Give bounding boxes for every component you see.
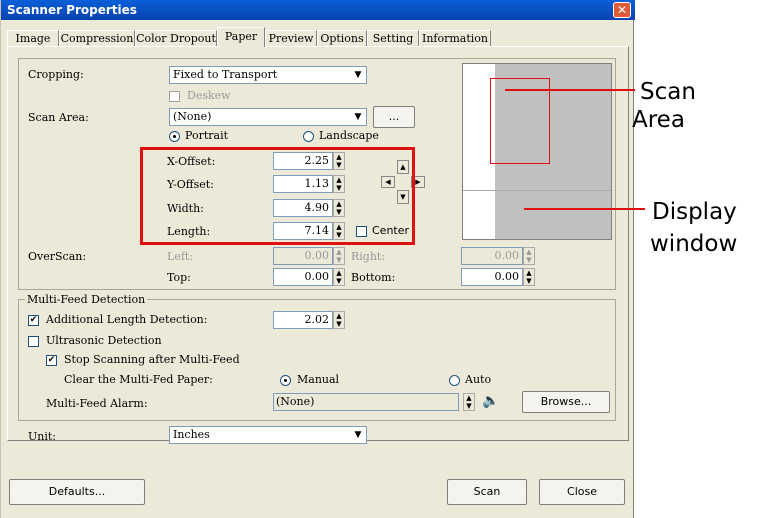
scanner-properties-dialog: Scanner Properties ✕ Image Compression C… [0, 0, 635, 518]
portrait-radio[interactable] [169, 131, 180, 142]
overscan-top-spinner[interactable]: ▲ ▼ [333, 268, 345, 286]
browse-button[interactable]: Browse... [522, 391, 610, 413]
cropping-label: Cropping: [28, 68, 84, 81]
unit-label: Unit: [28, 430, 56, 443]
additional-length-field[interactable]: 2.02 [273, 311, 333, 329]
stop-scanning-checkbox[interactable]: ✔ [46, 355, 57, 366]
scan-area-value: (None) [173, 110, 212, 123]
additional-length-spinner[interactable]: ▲ ▼ [333, 311, 345, 329]
overscan-right-label: Right: [351, 250, 386, 263]
unit-value: Inches [173, 428, 210, 441]
chevron-down-icon: ▼ [354, 70, 362, 80]
overscan-bottom-field[interactable]: 0.00 [461, 268, 523, 286]
clear-multifed-label: Clear the Multi-Fed Paper: [64, 373, 213, 386]
alarm-sound-value: (None) [276, 395, 315, 408]
display-window-callout-line [524, 208, 645, 210]
scan-area-annotation-line2: Area [632, 107, 685, 133]
offset-highlight-box [140, 147, 415, 245]
multifeed-group-label: Multi-Feed Detection [25, 293, 148, 306]
tab-information[interactable]: Information [419, 30, 491, 46]
overscan-label: OverScan: [28, 250, 87, 263]
cropping-select[interactable]: Fixed to Transport ▼ [169, 66, 367, 84]
overscan-bottom-label: Bottom: [351, 271, 396, 284]
close-button[interactable]: Close [539, 479, 625, 505]
tab-options[interactable]: Options [317, 30, 367, 46]
overscan-left-field[interactable]: 0.00 [273, 247, 333, 265]
additional-length-checkbox[interactable]: ✔ [28, 315, 39, 326]
chevron-down-icon: ▼ [354, 112, 362, 122]
title-bar[interactable]: Scanner Properties ✕ [1, 0, 635, 20]
chevron-down-icon: ▼ [354, 430, 362, 440]
overscan-right-field[interactable]: 0.00 [461, 247, 523, 265]
alarm-spinner[interactable]: ▲ ▼ [463, 393, 475, 411]
stop-scanning-label: Stop Scanning after Multi-Feed [64, 353, 240, 366]
additional-length-label: Additional Length Detection: [46, 313, 208, 326]
auto-radio[interactable] [449, 375, 460, 386]
manual-label: Manual [297, 373, 340, 386]
scan-area-annotation-line1: Scan [640, 79, 696, 105]
preview-divider [463, 190, 611, 191]
deskew-label: Deskew [187, 89, 231, 102]
ultrasonic-label: Ultrasonic Detection [46, 334, 162, 347]
defaults-button[interactable]: Defaults... [9, 479, 145, 505]
landscape-radio[interactable] [303, 131, 314, 142]
landscape-label: Landscape [319, 129, 379, 142]
multifeed-alarm-label: Multi-Feed Alarm: [46, 397, 148, 410]
speaker-icon[interactable]: 🔈 [479, 391, 503, 411]
overscan-top-label: Top: [167, 271, 191, 284]
tab-color-dropout[interactable]: Color Dropout [135, 30, 217, 46]
display-window-annotation-line2: window [650, 231, 738, 257]
display-window-annotation-line1: Display [652, 199, 737, 225]
overscan-top-field[interactable]: 0.00 [273, 268, 333, 286]
tab-preview[interactable]: Preview [265, 30, 317, 46]
tab-compression[interactable]: Compression [59, 30, 135, 46]
tab-paper[interactable]: Paper [217, 27, 265, 47]
scan-area-select[interactable]: (None) ▼ [169, 108, 367, 126]
scan-area-label: Scan Area: [28, 111, 89, 124]
portrait-label: Portrait [185, 129, 229, 142]
ultrasonic-checkbox[interactable] [28, 336, 39, 347]
overscan-left-spinner[interactable]: ▲ ▼ [333, 247, 345, 265]
auto-label: Auto [465, 373, 492, 386]
tab-setting[interactable]: Setting [367, 30, 419, 46]
manual-radio[interactable] [280, 375, 291, 386]
deskew-checkbox[interactable] [169, 91, 180, 102]
alarm-sound-field[interactable]: (None) [273, 393, 459, 411]
cropping-value: Fixed to Transport [173, 68, 278, 81]
tab-image[interactable]: Image [7, 30, 59, 46]
overscan-left-label: Left: [167, 250, 194, 263]
scan-area-callout-line [505, 89, 635, 91]
overscan-bottom-spinner[interactable]: ▲ ▼ [523, 268, 535, 286]
unit-select[interactable]: Inches ▼ [169, 426, 367, 444]
overscan-right-spinner[interactable]: ▲ ▼ [523, 247, 535, 265]
scan-area-more-button[interactable]: ... [373, 106, 415, 128]
scan-button[interactable]: Scan [447, 479, 527, 505]
close-window-button[interactable]: ✕ [613, 2, 631, 18]
window-title: Scanner Properties [7, 3, 137, 17]
